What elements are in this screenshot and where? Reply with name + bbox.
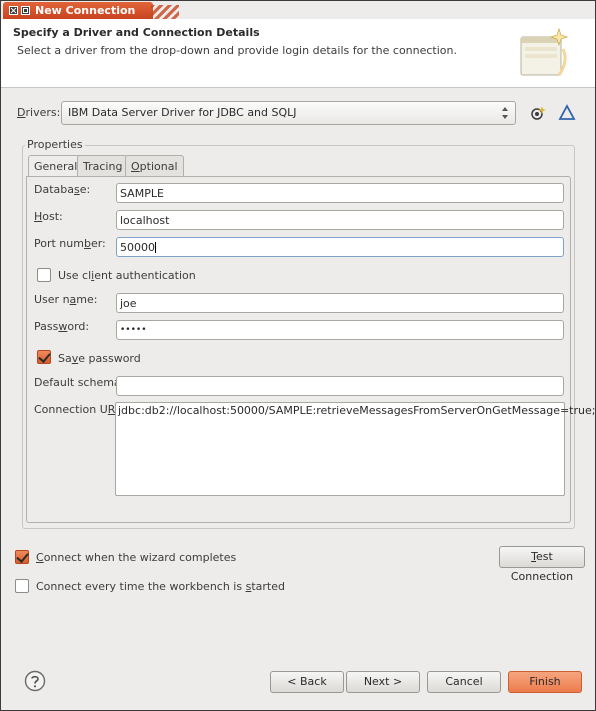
connect-every-time-checkbox[interactable] [15, 579, 29, 593]
text-cursor [155, 242, 156, 253]
wizard-header: Specify a Driver and Connection Details … [1, 19, 595, 88]
title-bar-decoration [151, 5, 179, 19]
host-field[interactable]: localhost [116, 210, 564, 230]
default-schema-label: Default schema: [34, 376, 125, 389]
title-bar: New Connection Profile [1, 1, 595, 34]
drivers-dropdown[interactable]: IBM Data Server Driver for JDBC and SQLJ [61, 101, 516, 125]
next-button[interactable]: Next > [346, 671, 420, 693]
test-connection-button[interactable]: Test Connection [499, 546, 585, 583]
close-icon[interactable] [9, 6, 18, 15]
new-driver-definition-icon[interactable] [529, 104, 547, 122]
title-tab: New Connection Profile [3, 2, 153, 34]
drivers-label: Drivers: [17, 106, 61, 119]
drivers-selected: IBM Data Server Driver for JDBC and SQLJ [68, 106, 297, 119]
tab-general[interactable]: General [28, 155, 84, 177]
default-schema-field[interactable] [116, 376, 564, 396]
dialog-window: New Connection Profile Specify a Driver … [0, 0, 596, 711]
cancel-button[interactable]: Cancel [427, 671, 501, 693]
password-field[interactable]: ••••• [116, 320, 564, 340]
connect-every-time-label: Connect every time the workbench is star… [36, 580, 285, 593]
dropdown-arrows-icon [502, 107, 508, 119]
port-number-label: Port number: [34, 237, 106, 250]
connection-url-label: Connection URL: [34, 403, 125, 416]
wizard-banner-icon [520, 27, 569, 76]
finish-button[interactable]: Finish [508, 671, 582, 693]
back-button[interactable]: < Back [270, 671, 344, 693]
save-password-checkbox[interactable] [37, 350, 51, 364]
database-label: Database: [34, 183, 91, 196]
user-name-label: User name: [34, 293, 98, 306]
use-client-authentication-checkbox[interactable] [37, 268, 51, 282]
properties-group-label: Properties [25, 138, 85, 151]
page-description: Select a driver from the drop-down and p… [17, 44, 457, 57]
tab-optional[interactable]: Optional [125, 155, 184, 176]
save-password-label: Save password [58, 352, 141, 365]
tab-tracing[interactable]: Tracing [77, 155, 129, 176]
help-icon[interactable] [24, 670, 46, 692]
database-field[interactable]: SAMPLE [116, 183, 564, 203]
use-client-authentication-label: Use client authentication [58, 269, 196, 282]
connect-when-complete-checkbox[interactable] [15, 550, 29, 564]
page-title: Specify a Driver and Connection Details [13, 26, 260, 39]
user-name-field[interactable]: joe [116, 293, 564, 313]
connection-url-field[interactable]: jdbc:db2://localhost:50000/SAMPLE:retrie… [115, 402, 595, 496]
edit-driver-definition-icon[interactable] [558, 104, 576, 122]
port-number-field[interactable]: 50000 [116, 237, 564, 257]
password-label: Password: [34, 320, 90, 333]
maximize-icon[interactable] [21, 6, 30, 15]
connect-when-complete-label: Connect when the wizard completes [36, 551, 237, 564]
host-label: Host: [34, 210, 63, 223]
